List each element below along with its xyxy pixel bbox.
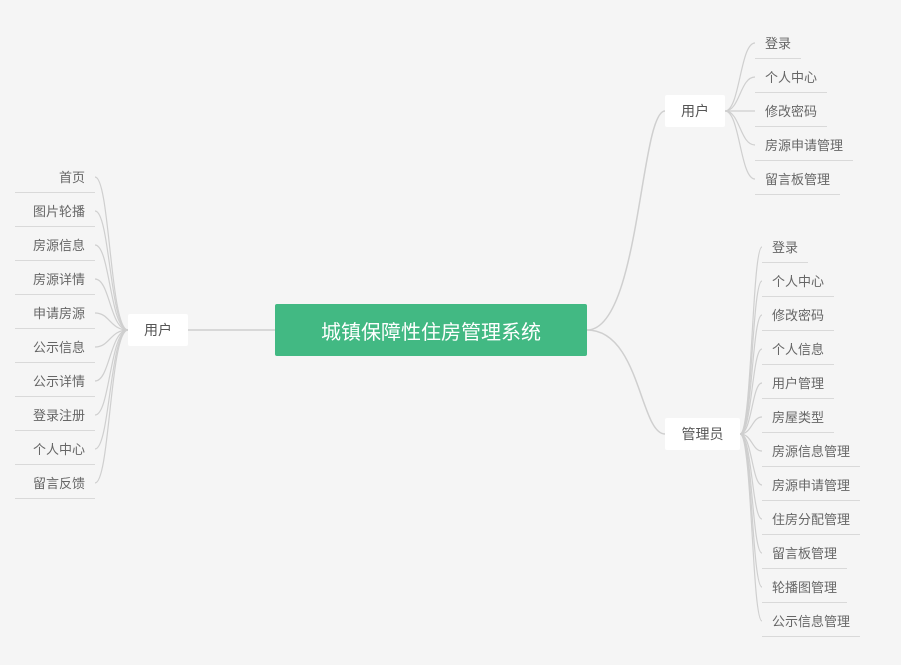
branch-right-admin: 管理员	[665, 418, 740, 450]
leaf-rbot-9: 留言板管理	[762, 537, 847, 569]
leaf-rbot-0: 登录	[762, 231, 808, 263]
branch-right-user-label: 用户	[681, 101, 709, 121]
leaf-rbot-2: 修改密码	[762, 299, 834, 331]
leaf-rtop-1: 个人中心	[755, 61, 827, 93]
leaf-left-4: 申请房源	[15, 297, 95, 329]
leaf-rbot-5: 房屋类型	[762, 401, 834, 433]
leaf-left-7: 登录注册	[15, 399, 95, 431]
leaf-left-1: 图片轮播	[15, 195, 95, 227]
branch-left-label: 用户	[144, 320, 172, 340]
leaf-left-2: 房源信息	[15, 229, 95, 261]
leaf-left-8: 个人中心	[15, 433, 95, 465]
leaf-left-9: 留言反馈	[15, 467, 95, 499]
leaf-left-6: 公示详情	[15, 365, 95, 397]
branch-right-user: 用户	[665, 95, 725, 127]
branch-left-user: 用户	[128, 314, 188, 346]
leaf-left-5: 公示信息	[15, 331, 95, 363]
leaf-rbot-1: 个人中心	[762, 265, 834, 297]
leaf-rbot-6: 房源信息管理	[762, 435, 860, 467]
branch-right-admin-label: 管理员	[682, 424, 724, 444]
leaf-rbot-10: 轮播图管理	[762, 571, 847, 603]
leaf-rbot-11: 公示信息管理	[762, 605, 860, 637]
leaf-rbot-8: 住房分配管理	[762, 503, 860, 535]
leaf-left-0: 首页	[15, 161, 95, 193]
leaf-rbot-3: 个人信息	[762, 333, 834, 365]
leaf-rtop-2: 修改密码	[755, 95, 827, 127]
leaf-rtop-3: 房源申请管理	[755, 129, 853, 161]
leaf-rtop-4: 留言板管理	[755, 163, 840, 195]
leaf-rbot-7: 房源申请管理	[762, 469, 860, 501]
root-title: 城镇保障性住房管理系统	[321, 316, 541, 345]
leaf-left-3: 房源详情	[15, 263, 95, 295]
leaf-rbot-4: 用户管理	[762, 367, 834, 399]
root-node: 城镇保障性住房管理系统	[275, 304, 587, 356]
leaf-rtop-0: 登录	[755, 27, 801, 59]
